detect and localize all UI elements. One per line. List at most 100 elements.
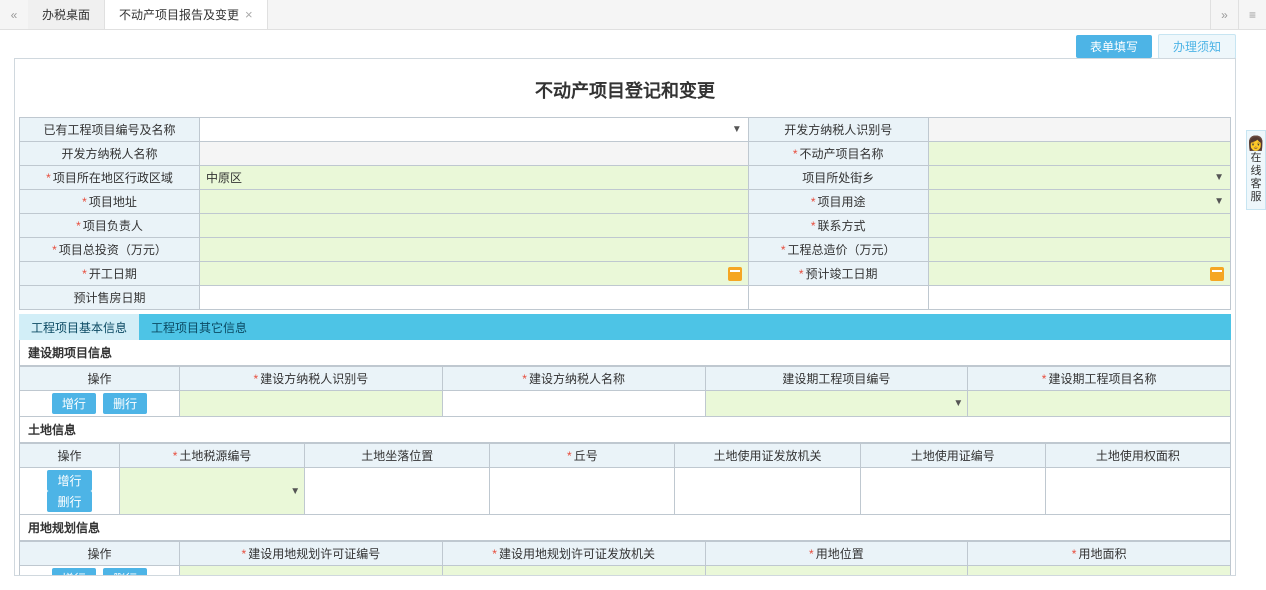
label-usage: *项目用途 xyxy=(748,190,928,214)
input-street[interactable]: ▼ xyxy=(928,166,1230,190)
cell-project-num[interactable]: ▼ xyxy=(705,391,968,417)
calendar-icon[interactable] xyxy=(728,267,742,281)
col-location: 土地坐落位置 xyxy=(305,444,490,468)
tab-basic-info[interactable]: 工程项目基本信息 xyxy=(19,314,139,340)
col-issue-org: 土地使用证发放机关 xyxy=(675,444,860,468)
cell-land-area[interactable] xyxy=(968,566,1231,577)
label-contact: *联系方式 xyxy=(748,214,928,238)
input-address[interactable] xyxy=(200,190,749,214)
del-row-button[interactable]: 删行 xyxy=(103,393,147,414)
label-owner: *项目负责人 xyxy=(20,214,200,238)
chevron-down-icon[interactable]: ▼ xyxy=(953,398,963,409)
chevron-down-icon[interactable]: ▼ xyxy=(732,124,742,135)
col-land-area: *用地面积 xyxy=(968,542,1231,566)
cell-taxpayer-id[interactable] xyxy=(180,391,443,417)
input-total-cost[interactable] xyxy=(928,238,1230,262)
main-content-pane[interactable]: 不动产项目登记和变更 已有工程项目编号及名称 ▼ 开发方纳税人识别号 开发方纳税… xyxy=(14,58,1236,576)
label-total-invest: *项目总投资（万元） xyxy=(20,238,200,262)
tabs-scroll-right-icon[interactable]: » xyxy=(1210,0,1238,29)
add-row-button[interactable]: 增行 xyxy=(52,393,96,414)
tab-property-report[interactable]: 不动产项目报告及变更 × xyxy=(105,0,268,29)
tab-label: 不动产项目报告及变更 xyxy=(119,6,239,23)
label-street: 项目所处街乡 xyxy=(748,166,928,190)
cell-project-name[interactable] xyxy=(968,391,1231,417)
cell-issue-org[interactable] xyxy=(442,566,705,577)
input-contact[interactable] xyxy=(928,214,1230,238)
table-construction: 操作 *建设方纳税人识别号 *建设方纳税人名称 建设期工程项目编号 *建设期工程… xyxy=(19,366,1231,417)
label-existing-project: 已有工程项目编号及名称 xyxy=(20,118,200,142)
calendar-icon[interactable] xyxy=(1210,267,1224,281)
tab-other-info[interactable]: 工程项目其它信息 xyxy=(139,314,259,340)
tabs-scroll-left-icon[interactable]: « xyxy=(0,0,28,29)
col-cert-num: 土地使用证编号 xyxy=(860,444,1045,468)
cell-cert-num[interactable] xyxy=(860,468,1045,515)
cell-qiu[interactable] xyxy=(490,468,675,515)
col-taxpayer-name: *建设方纳税人名称 xyxy=(442,367,705,391)
input-owner[interactable] xyxy=(200,214,749,238)
support-avatar-icon: 👩 xyxy=(1247,135,1265,152)
menu-icon[interactable]: ≡ xyxy=(1238,0,1266,29)
col-project-name: *建设期工程项目名称 xyxy=(968,367,1231,391)
inner-tab-bar: 工程项目基本信息 工程项目其它信息 xyxy=(19,314,1231,340)
del-row-button[interactable]: 删行 xyxy=(47,491,91,512)
col-permit-num: *建设用地规划许可证编号 xyxy=(180,542,443,566)
label-expect-finish: *预计竣工日期 xyxy=(748,262,928,286)
input-existing-project[interactable]: ▼ xyxy=(200,118,749,142)
sub-toolbar: 表单填写 办理须知 xyxy=(0,30,1266,58)
del-row-button[interactable]: 删行 xyxy=(103,568,147,576)
section-construction-title: 建设期项目信息 xyxy=(19,340,1231,366)
col-op: 操作 xyxy=(20,444,120,468)
input-total-invest[interactable] xyxy=(200,238,749,262)
section-land-title: 土地信息 xyxy=(19,417,1231,443)
close-icon[interactable]: × xyxy=(245,7,253,22)
tab-label: 办税桌面 xyxy=(42,6,90,23)
add-row-button[interactable]: 增行 xyxy=(47,470,91,491)
field-dev-taxpayer-name xyxy=(200,142,749,166)
online-support-dock[interactable]: 👩 在线客服 xyxy=(1246,130,1266,210)
input-expect-sale[interactable] xyxy=(200,286,749,310)
cell-location[interactable] xyxy=(305,468,490,515)
col-area: 土地使用权面积 xyxy=(1045,444,1230,468)
col-op: 操作 xyxy=(20,542,180,566)
cell-permit-num[interactable] xyxy=(180,566,443,577)
input-property-name[interactable] xyxy=(928,142,1230,166)
cell-area[interactable] xyxy=(1045,468,1230,515)
label-dev-taxpayer-id: 开发方纳税人识别号 xyxy=(748,118,928,142)
add-row-button[interactable]: 增行 xyxy=(52,568,96,576)
col-issue-org: *建设用地规划许可证发放机关 xyxy=(442,542,705,566)
label-property-name: *不动产项目名称 xyxy=(748,142,928,166)
table-row: 增行 删行 ▼ xyxy=(20,468,1231,515)
chevron-down-icon[interactable]: ▼ xyxy=(290,486,300,497)
label-start-date: *开工日期 xyxy=(20,262,200,286)
chevron-down-icon[interactable]: ▼ xyxy=(1214,196,1224,207)
cell-tax-source[interactable]: ▼ xyxy=(120,468,305,515)
input-admin-region[interactable]: 中原区 xyxy=(200,166,749,190)
process-notice-button[interactable]: 办理须知 xyxy=(1158,34,1236,59)
label-expect-sale: 预计售房日期 xyxy=(20,286,200,310)
label-admin-region: *项目所在地区行政区域 xyxy=(20,166,200,190)
field-dev-taxpayer-id xyxy=(928,118,1230,142)
input-expect-finish[interactable] xyxy=(928,262,1230,286)
tab-tax-desktop[interactable]: 办税桌面 xyxy=(28,0,105,29)
top-tab-bar: « 办税桌面 不动产项目报告及变更 × » ≡ xyxy=(0,0,1266,30)
col-qiu: *丘号 xyxy=(490,444,675,468)
page-title: 不动产项目登记和变更 xyxy=(15,59,1235,113)
cell-land-loc[interactable] xyxy=(705,566,968,577)
table-row: 增行 删行 ▼ xyxy=(20,391,1231,417)
section-land-plan-title: 用地规划信息 xyxy=(19,515,1231,541)
label-dev-taxpayer-name: 开发方纳税人名称 xyxy=(20,142,200,166)
table-land-plan: 操作 *建设用地规划许可证编号 *建设用地规划许可证发放机关 *用地位置 *用地… xyxy=(19,541,1231,576)
input-usage[interactable]: ▼ xyxy=(928,190,1230,214)
col-tax-source: *土地税源编号 xyxy=(120,444,305,468)
col-taxpayer-id: *建设方纳税人识别号 xyxy=(180,367,443,391)
fill-form-button[interactable]: 表单填写 xyxy=(1076,35,1152,58)
cell-issue-org[interactable] xyxy=(675,468,860,515)
dock-label: 在线客服 xyxy=(1247,152,1265,205)
chevron-down-icon[interactable]: ▼ xyxy=(1214,172,1224,183)
table-land: 操作 *土地税源编号 土地坐落位置 *丘号 土地使用证发放机关 土地使用证编号 … xyxy=(19,443,1231,515)
input-start-date[interactable] xyxy=(200,262,749,286)
cell-taxpayer-name[interactable] xyxy=(442,391,705,417)
col-op: 操作 xyxy=(20,367,180,391)
table-row: 增行 删行 xyxy=(20,566,1231,577)
col-land-loc: *用地位置 xyxy=(705,542,968,566)
